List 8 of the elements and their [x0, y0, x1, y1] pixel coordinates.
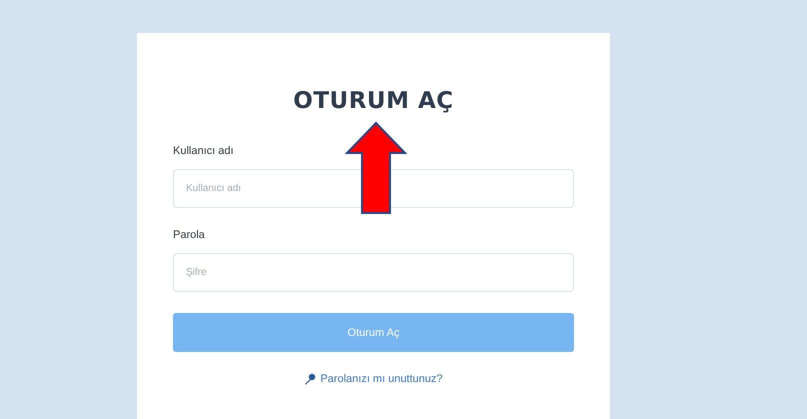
input-field[interactable]: Kullanıcı adı [173, 169, 574, 208]
forgot-password-link[interactable]: Parolanızı mı unuttunuz? [304, 373, 443, 385]
login-title: OTURUM AÇ [292, 88, 455, 114]
field-label: Kullanıcı adı [173, 145, 234, 157]
field-label: Parola [173, 229, 205, 241]
arrow-icon [345, 121, 407, 215]
key-icon [304, 373, 316, 385]
input-field[interactable]: Şifre [173, 253, 574, 292]
